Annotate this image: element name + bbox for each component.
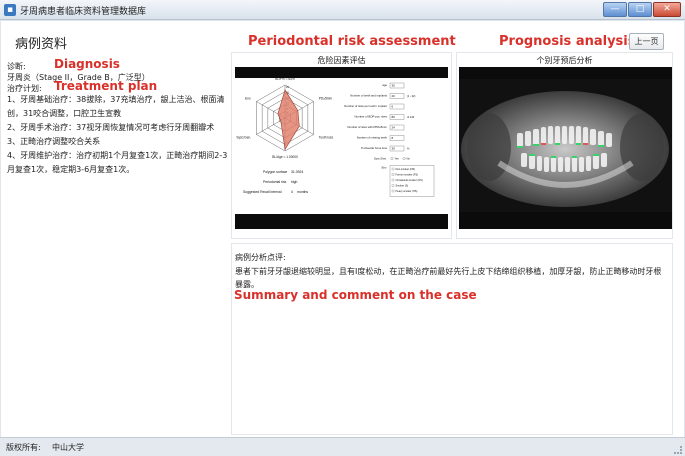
env-option: Smoker (S) bbox=[396, 184, 409, 187]
prognosis-annotation: Prognosis analysis bbox=[499, 34, 636, 49]
recall-interval-label: Suggested Recall interval bbox=[243, 190, 282, 194]
polygon-surface-label: Polygon surface bbox=[263, 170, 287, 174]
form-field-label: Number of sites with PPD≥5mm bbox=[347, 125, 387, 129]
radar-axis-label: BOP% = 64% bbox=[275, 77, 295, 81]
form-field-value: 80 bbox=[392, 115, 396, 119]
treatment-step: 4、牙周维护治疗：治疗初期1个月复查1次，正畸治疗期间2-3月复查1次，稳定期3… bbox=[7, 151, 228, 174]
risk-assessment-image: 4810152025BOP% = 64%PD≥5mmTooth lossBL/A… bbox=[235, 67, 448, 229]
polygon-surface-value: 31.0924 bbox=[291, 170, 303, 174]
form-field-label: % Alveolar bone loss bbox=[361, 146, 388, 150]
periodontal-risk-label: Periodontal risk bbox=[263, 180, 287, 184]
treatment-step: 1、牙周基础治疗：38拔除，37充填治疗，龈上洁治、根面清创，31咬合调整，口腔… bbox=[7, 95, 225, 118]
form-field-value: 30 bbox=[392, 147, 396, 151]
env-option: Heavy smoker (HS) bbox=[396, 190, 418, 193]
case-comment-panel: 病例分析点评: 患者下前牙牙龈退缩较明显，且有I度松动，在正畸治疗前最好先行上皮… bbox=[231, 243, 673, 435]
syst-gen-radio bbox=[390, 157, 394, 160]
env-checkbox bbox=[391, 189, 395, 193]
resize-grip-icon[interactable] bbox=[674, 446, 682, 454]
prognosis-panel-caption: 个别牙预后分析 bbox=[536, 56, 593, 65]
comment-title: 病例分析点评: bbox=[235, 253, 286, 262]
app-icon: ▪ bbox=[4, 4, 16, 16]
title-bar: ▪ 牙周病患者临床资料管理数据库 — □ ✕ bbox=[0, 0, 685, 20]
env-option: Former smoker (FS) bbox=[396, 173, 419, 176]
form-field-value: 30 bbox=[392, 84, 396, 88]
periodontal-risk-value: high bbox=[291, 180, 298, 184]
window-controls: — □ ✕ bbox=[603, 2, 681, 17]
form-field-value: 20 bbox=[392, 94, 396, 98]
env-checkbox bbox=[391, 173, 395, 176]
main-content: 病例资料 Periodontal risk assessment Prognos… bbox=[1, 21, 684, 437]
treatment-plan-annotation: Treatment plan bbox=[54, 79, 158, 93]
syst-gen-option: Yes bbox=[395, 157, 400, 161]
copyright-label: 版权所有: bbox=[6, 443, 41, 452]
form-field-label: age bbox=[382, 83, 387, 87]
risk-panel-caption: 危险因素评估 bbox=[317, 56, 366, 65]
form-field-unit: of 120 bbox=[407, 115, 415, 119]
syst-gen-label: Syst./Gen. bbox=[374, 157, 387, 161]
form-field-label: Number of BOP-pos. sites bbox=[355, 115, 388, 119]
copyright-owner: 中山大学 bbox=[52, 443, 84, 452]
window-title: 牙周病患者临床资料管理数据库 bbox=[20, 7, 147, 17]
recall-interval-unit: months bbox=[297, 190, 308, 194]
env-label: Env. bbox=[382, 166, 388, 170]
case-info-panel: 诊断: Diagnosis 牙周炎（Stage II，Grade B，广泛型） … bbox=[7, 57, 228, 435]
page-title: 病例资料 bbox=[15, 37, 68, 52]
diagnosis-label: 诊断: bbox=[7, 62, 26, 71]
radar-axis-label: Env. bbox=[245, 97, 251, 101]
summary-annotation: Summary and comment on the case bbox=[234, 288, 477, 302]
prognosis-panel: 个别牙预后分析 bbox=[456, 52, 673, 239]
env-checkbox bbox=[391, 167, 395, 171]
previous-page-button[interactable]: 上一页 bbox=[629, 33, 664, 50]
syst-gen-radio bbox=[402, 157, 406, 160]
env-checkbox bbox=[391, 184, 395, 187]
env-checkbox bbox=[391, 178, 395, 182]
radar-axis-label: Syst./Gen. bbox=[236, 136, 251, 140]
syst-gen-option: No bbox=[407, 157, 411, 161]
risk-assessment-annotation: Periodontal risk assessment bbox=[248, 34, 456, 49]
risk-assessment-chart: 4810152025BOP% = 64%PD≥5mmTooth lossBL/A… bbox=[235, 77, 448, 214]
form-field-unit: (1 - 32) bbox=[407, 94, 415, 98]
form-field-label: Number of missing teeth bbox=[357, 136, 388, 140]
risk-assessment-panel: 危险因素评估 4810152025BOP% = 64%PD≥5mmTooth l… bbox=[231, 52, 452, 239]
treatment-step: 2、牙周手术治疗：37视牙周恢复情况可考虑行牙周翻瓣术 bbox=[7, 123, 215, 132]
radar-axis-label: Tooth loss bbox=[319, 136, 334, 140]
treatment-step: 3、正畸治疗调整咬合关系 bbox=[7, 137, 101, 146]
form-field-value: 24 bbox=[392, 126, 396, 130]
maximize-button[interactable]: □ bbox=[628, 2, 652, 17]
radar-axis-label: BL/Age = 1.00000 bbox=[272, 155, 298, 159]
minimize-button[interactable]: — bbox=[603, 2, 627, 17]
recall-interval-value: 4 bbox=[291, 190, 293, 194]
form-field-label: Number of sites per tooth / implant bbox=[344, 104, 387, 108]
form-field-label: Number of teeth and implants bbox=[350, 94, 387, 98]
status-bar: 版权所有: 中山大学 bbox=[0, 437, 685, 456]
env-option: Non-smoker (NS) bbox=[396, 168, 416, 171]
env-option: Occasional smoker (OS) bbox=[396, 179, 423, 182]
panoramic-xray-image bbox=[459, 67, 672, 229]
close-button[interactable]: ✕ bbox=[653, 2, 681, 17]
diagnosis-annotation: Diagnosis bbox=[54, 57, 120, 71]
radar-axis-label: PD≥5mm bbox=[319, 97, 333, 101]
